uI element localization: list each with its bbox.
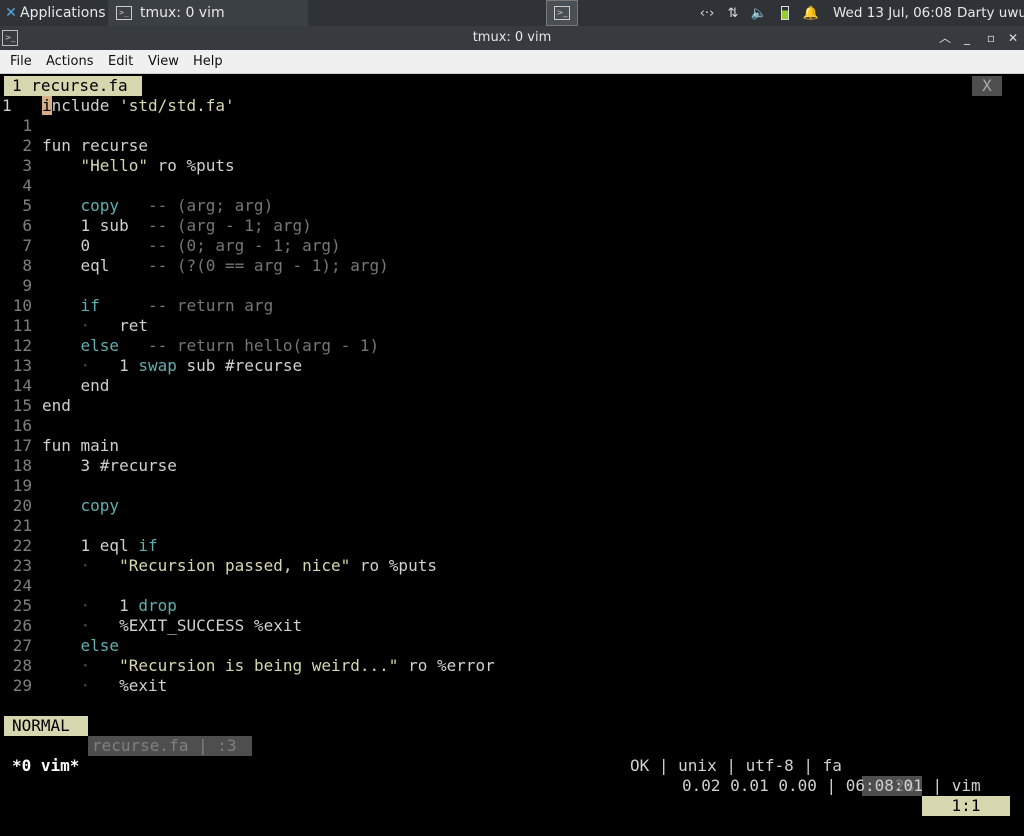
line-number: 21 <box>12 516 32 535</box>
line-text: · "Recursion passed, nice" ro %puts <box>80 556 437 575</box>
line-text: 3 #recurse <box>42 456 177 475</box>
bell-icon[interactable]: 🔔 <box>798 6 824 21</box>
battery-icon[interactable] <box>772 6 798 21</box>
line-number: 11 <box>12 316 32 335</box>
xfce-logo-icon: ✕ <box>5 5 17 21</box>
line-text: fun main <box>42 436 120 455</box>
line-text: 1 sub -- (arg - 1; arg) <box>42 216 312 235</box>
terminal-area[interactable]: 1 recurse.fa X 1 include 'std/std.fa' 1 2 fu… <box>0 74 1024 816</box>
tmux-statusbar: *0 vim* 0.02 0.01 0.00 | 06:08:01 | vim <box>0 736 1024 795</box>
line-text: · %exit <box>80 676 168 695</box>
line-number: 24 <box>12 576 32 595</box>
menu-help[interactable]: Help <box>193 50 223 73</box>
line-text: "Hello" ro %puts <box>80 156 235 175</box>
line-text: 0 -- (0; arg - 1; arg) <box>42 236 341 255</box>
line-text: · %EXIT_SUCCESS %exit <box>80 616 303 635</box>
line-number: 23 <box>12 556 32 575</box>
line-text: eql -- (?(0 == arg - 1); arg) <box>42 256 389 275</box>
shade-button[interactable]: ︿ <box>934 26 956 50</box>
line-number: 8 <box>22 256 32 275</box>
window-titlebar[interactable]: tmux: 0 vim >_ ︿ _ ▫ ✕ <box>0 26 1024 50</box>
menu-edit[interactable]: Edit <box>108 50 133 73</box>
line-number: 10 <box>12 296 32 315</box>
clock[interactable]: Wed 13 Jul, 06:08 <box>833 0 952 26</box>
network-icon[interactable]: ‹·› <box>694 6 720 21</box>
vim-tabline: 1 recurse.fa X <box>0 76 1024 96</box>
workspace-button[interactable]: >_ <box>546 0 578 26</box>
line-text: if -- return arg <box>80 296 274 315</box>
tmux-window-list[interactable]: *0 vim* <box>12 756 79 776</box>
line-text: fun recurse <box>42 136 148 155</box>
tmux-status-right: 0.02 0.01 0.00 | 06:08:01 | vim <box>682 776 981 795</box>
line-number: 20 <box>12 496 32 515</box>
line-number: 7 <box>22 236 32 255</box>
line-number: 3 <box>22 156 32 175</box>
line-number: 19 <box>12 476 32 495</box>
line-text: copy <box>80 496 120 515</box>
line-number: 2 <box>22 136 32 155</box>
volume-icon[interactable]: 🔈 <box>746 6 772 21</box>
line-number: 25 <box>12 596 32 615</box>
line-number: 27 <box>12 636 32 655</box>
top-panel: ✕ Applications >_ tmux: 0 vim >_ ‹·› ⇅ 🔈… <box>0 0 1024 26</box>
applications-menu[interactable]: ✕ Applications <box>0 0 106 26</box>
vim-tab-close[interactable]: X <box>972 76 1002 96</box>
maximize-button[interactable]: ▫ <box>980 26 1002 50</box>
line-number: 29 <box>12 676 32 695</box>
line-text: · "Recursion is being weird..." ro %erro… <box>80 656 495 675</box>
line-number: 22 <box>12 536 32 555</box>
taskbar-item-label: tmux: 0 vim <box>140 5 225 21</box>
line-number: 1 <box>22 116 32 135</box>
line-text: copy -- (arg; arg) <box>80 196 274 215</box>
line-number: 15 <box>12 396 32 415</box>
terminal-icon: >_ <box>116 6 132 20</box>
line-number: 1 <box>2 96 12 115</box>
menu-view[interactable]: View <box>148 50 179 73</box>
line-text: · 1 drop <box>80 596 177 615</box>
line-number: 5 <box>22 196 32 215</box>
vim-status-info: OK | unix | utf-8 | fa <box>630 756 842 775</box>
taskbar-item-tmux[interactable]: >_ tmux: 0 vim <box>108 0 308 26</box>
line-text: end <box>42 396 71 415</box>
line-text: 1 eql if <box>42 536 158 555</box>
line-number: 26 <box>12 616 32 635</box>
line-text: · ret <box>80 316 148 335</box>
menu-file[interactable]: File <box>10 50 32 73</box>
line-number: 17 <box>12 436 32 455</box>
line-number: 9 <box>22 276 32 295</box>
terminal-icon: >_ <box>554 6 570 20</box>
system-tray: ‹·› ⇅ 🔈 🔔 <box>694 0 824 26</box>
line-number: 4 <box>22 176 32 195</box>
vim-statusline: NORMAL recurse.fa | :3 OK | unix | utf-8… <box>0 696 1024 816</box>
vim-status-position: 1:1 <box>922 796 1010 816</box>
line-number: 12 <box>12 336 32 355</box>
line-number: 13 <box>12 356 32 375</box>
line-text: end <box>42 376 110 395</box>
line-text: include 'std/std.fa' <box>42 96 235 115</box>
applications-label: Applications <box>20 5 106 21</box>
line-number: 16 <box>12 416 32 435</box>
close-button[interactable]: ✕ <box>1002 26 1024 50</box>
menu-actions[interactable]: Actions <box>46 50 94 73</box>
vim-tab-recurse[interactable]: 1 recurse.fa <box>4 76 142 96</box>
line-number: 14 <box>12 376 32 395</box>
menu-bar: File Actions Edit View Help <box>0 50 1024 74</box>
line-number: 6 <box>22 216 32 235</box>
transfer-icon[interactable]: ⇅ <box>720 6 746 21</box>
minimize-button[interactable]: _ <box>956 26 978 50</box>
line-number: 28 <box>12 656 32 675</box>
vim-mode: NORMAL <box>4 716 88 736</box>
line-number: 18 <box>12 456 32 475</box>
line-text: else -- return hello(arg - 1) <box>80 336 380 355</box>
terminal-icon[interactable]: >_ <box>2 30 18 46</box>
line-text: · 1 swap sub #recurse <box>80 356 303 375</box>
user-menu[interactable]: Darty uwu <box>957 0 1024 26</box>
window-title: tmux: 0 vim <box>472 30 552 45</box>
line-text: else <box>80 636 120 655</box>
